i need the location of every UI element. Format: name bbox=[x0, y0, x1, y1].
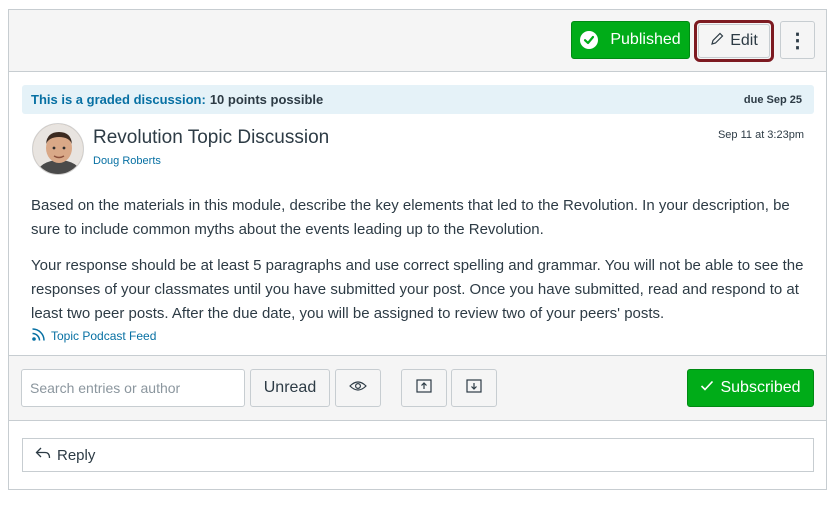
top-toolbar: Published Edit ⋮ bbox=[9, 10, 826, 72]
topic-paragraph: Your response should be at least 5 parag… bbox=[31, 257, 804, 322]
topic-title: Revolution Topic Discussion bbox=[93, 127, 330, 148]
published-label: Published bbox=[610, 31, 681, 48]
pencil-icon bbox=[710, 32, 724, 50]
avatar[interactable] bbox=[32, 123, 84, 175]
due-date: due Sep 25 bbox=[743, 93, 802, 106]
collapse-replies-button[interactable] bbox=[401, 369, 447, 407]
unread-label: Unread bbox=[263, 379, 317, 396]
kebab-icon: ⋮ bbox=[787, 29, 808, 52]
more-options-button[interactable]: ⋮ bbox=[780, 21, 815, 59]
check-circle-icon bbox=[580, 31, 599, 49]
author-link[interactable]: Doug Roberts bbox=[93, 155, 161, 167]
points-text: 10 points possible bbox=[209, 92, 324, 107]
subscribed-label: Subscribed bbox=[720, 379, 801, 396]
eye-icon bbox=[349, 379, 367, 397]
expand-icon bbox=[466, 378, 482, 398]
reply-arrow-icon bbox=[35, 446, 51, 464]
podcast-label: Topic Podcast Feed bbox=[51, 328, 157, 343]
topic-paragraph: Based on the materials in this module, d… bbox=[31, 197, 790, 238]
post-date: Sep 11 at 3:23pm bbox=[717, 129, 804, 141]
edit-label: Edit bbox=[730, 32, 758, 49]
discussion-frame: Published Edit ⋮ This is a graded discus… bbox=[8, 9, 827, 490]
expand-replies-button[interactable] bbox=[451, 369, 497, 407]
search-input[interactable] bbox=[21, 369, 245, 407]
topic-body: Based on the materials in this module, d… bbox=[31, 194, 821, 338]
graded-text: This is a graded discussion: bbox=[31, 92, 206, 107]
mark-all-read-button[interactable] bbox=[335, 369, 381, 407]
reply-label: Reply bbox=[57, 446, 96, 464]
graded-banner: This is a graded discussion: 10 points p… bbox=[22, 85, 814, 114]
podcast-feed-link[interactable]: Topic Podcast Feed bbox=[31, 326, 156, 345]
edit-button[interactable]: Edit bbox=[698, 24, 770, 58]
filter-toolbar: Unread bbox=[9, 355, 826, 421]
checkmark-icon bbox=[700, 379, 714, 397]
reply-button[interactable]: Reply bbox=[22, 438, 814, 472]
subscribed-button[interactable]: Subscribed bbox=[687, 369, 814, 407]
published-button[interactable]: Published bbox=[571, 21, 690, 59]
unread-button[interactable]: Unread bbox=[250, 369, 330, 407]
collapse-icon bbox=[416, 378, 432, 398]
rss-icon bbox=[31, 326, 47, 345]
